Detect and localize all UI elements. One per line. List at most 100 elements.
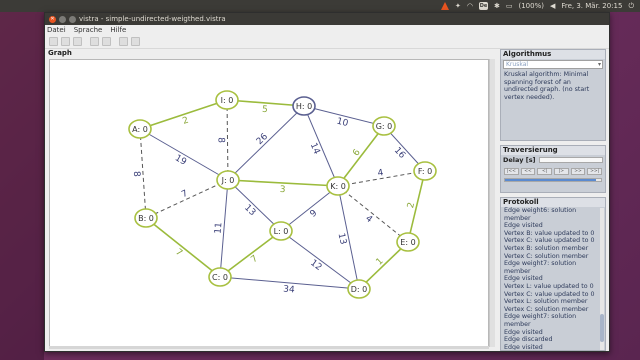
protocol-entry: Edge visited xyxy=(504,328,543,336)
edge-C-L[interactable] xyxy=(219,230,282,278)
edge-weight-label: 14 xyxy=(308,142,322,157)
edge-A-J[interactable] xyxy=(139,128,229,181)
power-icon[interactable]: ⏻ xyxy=(628,2,634,11)
vertex-label: C: 0 xyxy=(212,273,228,282)
save-file-icon[interactable] xyxy=(73,37,82,46)
edge-weight-label: 5 xyxy=(262,105,268,115)
delay-slider[interactable] xyxy=(538,157,603,163)
protocol-entry: Edge discarded xyxy=(504,336,553,344)
protocol-entry: Vertex C: value updated to 0 xyxy=(504,290,595,298)
vertical-scrollbar[interactable] xyxy=(489,59,495,347)
graph-panel-title: Graph xyxy=(48,49,72,57)
rewind-button[interactable]: << xyxy=(520,168,536,175)
skip-to-end-button[interactable]: >>| xyxy=(587,168,603,175)
skip-to-start-button[interactable]: |<< xyxy=(504,168,519,175)
vertex-label: A: 0 xyxy=(132,125,148,134)
vertex-label: F: 0 xyxy=(418,167,432,176)
bluetooth-icon[interactable]: ✱ xyxy=(494,2,500,10)
protocol-entry: Vertex B: value updated to 0 xyxy=(504,229,595,237)
launcher xyxy=(0,12,44,360)
protocol-entry: Edge visited xyxy=(504,343,543,350)
delay-row: Delay [s] xyxy=(501,155,605,165)
edge-weight-label: 13 xyxy=(336,232,348,245)
battery-icon[interactable]: ▭ xyxy=(506,2,513,10)
menu-hilfe[interactable]: Hilfe xyxy=(110,26,126,34)
protocol-scrollbar[interactable] xyxy=(600,208,604,350)
edge-weight-label: 13 xyxy=(242,203,257,218)
vertex-label: H: 0 xyxy=(296,102,312,111)
edge-weight-label: 9 xyxy=(308,208,319,220)
close-window-icon[interactable]: ✕ xyxy=(49,15,56,23)
top-panel: ✦ ◠ De ✱ ▭ (100%) ◀ Fre, 3. Mär. 20:15 ⏻ xyxy=(0,0,640,12)
fast-forward-button[interactable]: >> xyxy=(570,168,586,175)
edge-B-C[interactable] xyxy=(145,217,221,278)
protocol-entry: Edge visited xyxy=(504,222,543,230)
toolbar xyxy=(45,35,609,49)
copy-icon[interactable] xyxy=(102,37,111,46)
wifi-icon[interactable]: ◠ xyxy=(467,2,473,10)
vertex-label: G: 0 xyxy=(376,122,393,131)
graph-canvas[interactable]: 2 5 10 16 19 8 26 14 6 4 8 3 7 13 11 9 4 13 2 7 7 34 12 1 A: 0 I:… xyxy=(49,59,489,347)
protocol-entry: Vertex L: value updated to 0 xyxy=(504,282,594,290)
menu-sprache[interactable]: Sprache xyxy=(74,26,103,34)
minimize-window-icon[interactable] xyxy=(59,15,66,23)
edge-weight-label: 2 xyxy=(181,115,190,126)
export-icon[interactable] xyxy=(119,37,128,46)
algorithm-description: Kruskal algorithm: Minimal spanning fore… xyxy=(504,71,590,101)
edge-weight-label: 26 xyxy=(255,132,270,147)
vertex-label: K: 0 xyxy=(330,182,346,191)
window-title: vistra - simple-undirected-weigthed.vist… xyxy=(79,15,226,23)
graph-panel: Graph 2 5 10 16 19 8 26 14 6 4 8 3 7 13 11 9 4 13 2 7 7 34 12 1… xyxy=(47,49,495,351)
edge-weight-label: 3 xyxy=(279,185,285,195)
battery-status: (100%) xyxy=(518,2,544,10)
edge-I-J[interactable] xyxy=(226,99,229,181)
open-file-icon[interactable] xyxy=(61,37,70,46)
playback-controls: |<< << <| |> >> >>| xyxy=(501,167,605,176)
network-icon[interactable]: ✦ xyxy=(455,2,461,10)
graph-icon[interactable] xyxy=(90,37,99,46)
edge-weight-label: 34 xyxy=(283,285,296,296)
edge-K-E[interactable] xyxy=(337,185,409,243)
protocol-entry: Vertex C: solution member xyxy=(504,252,589,260)
protocol-entry: Edge visited xyxy=(504,275,543,283)
protocol-panel-title: Protokoll xyxy=(501,198,605,207)
protocol-entry: Vertex C: value updated to 0 xyxy=(504,237,595,245)
protocol-panel: Protokoll Edge weight6: solution member E… xyxy=(500,197,606,351)
horizontal-scrollbar[interactable] xyxy=(49,346,489,349)
chevron-down-icon[interactable]: ▾ xyxy=(598,61,601,68)
image-icon[interactable] xyxy=(131,37,140,46)
traversal-progress[interactable] xyxy=(504,178,602,182)
protocol-entry: Vertex C: solution member xyxy=(504,305,589,313)
protocol-entry: Edge weight6: solution member xyxy=(504,207,577,222)
traversal-progress-fill xyxy=(505,179,597,181)
edge-weight-label: 8 xyxy=(131,171,141,178)
edge-weight-label: 7 xyxy=(249,254,260,265)
maximize-window-icon[interactable] xyxy=(69,15,76,23)
graph-drawing[interactable]: 251016198 2614 6483713119 4132773412 1A: 0I:… xyxy=(50,60,488,346)
clock[interactable]: Fre, 3. Mär. 20:15 xyxy=(561,2,622,10)
edge-weight-label: 8 xyxy=(215,137,225,143)
app-window: ✕ vistra - simple-undirected-weigthed.vi… xyxy=(44,12,610,352)
traversal-panel: Traversierung Delay [s] |<< << <| |> >> … xyxy=(500,145,606,193)
delay-label: Delay [s] xyxy=(503,156,536,164)
new-file-icon[interactable] xyxy=(49,37,58,46)
edge-J-L[interactable] xyxy=(227,179,282,232)
volume-icon[interactable]: ◀ xyxy=(550,2,555,10)
right-column: Algorithmus Kruskal ▾ Kruskal algorithm:… xyxy=(500,49,607,351)
keyboard-layout-icon[interactable]: De xyxy=(478,2,488,10)
protocol-log[interactable]: Edge weight6: solution member Edge visite… xyxy=(501,207,605,350)
step-back-button[interactable]: <| xyxy=(537,168,553,175)
protocol-entry: Edge weight7: solution member xyxy=(504,313,577,328)
protocol-entry: Vertex L: solution member xyxy=(504,298,588,306)
edge-weight-label: 4 xyxy=(363,214,374,226)
protocol-entry: Vertex B: solution member xyxy=(504,244,589,252)
play-button[interactable]: |> xyxy=(554,168,569,175)
edge-weight-label: 4 xyxy=(377,168,385,179)
algorithm-select[interactable]: Kruskal ▾ xyxy=(503,60,603,69)
edge-weight-label: 10 xyxy=(336,117,350,130)
traversal-panel-title: Traversierung xyxy=(501,146,605,155)
title-bar[interactable]: ✕ vistra - simple-undirected-weigthed.vi… xyxy=(45,13,609,25)
menu-datei[interactable]: Datei xyxy=(47,26,66,34)
ubuntu-indicator-icon[interactable] xyxy=(441,2,449,10)
vertex-label: I: 0 xyxy=(221,96,234,105)
